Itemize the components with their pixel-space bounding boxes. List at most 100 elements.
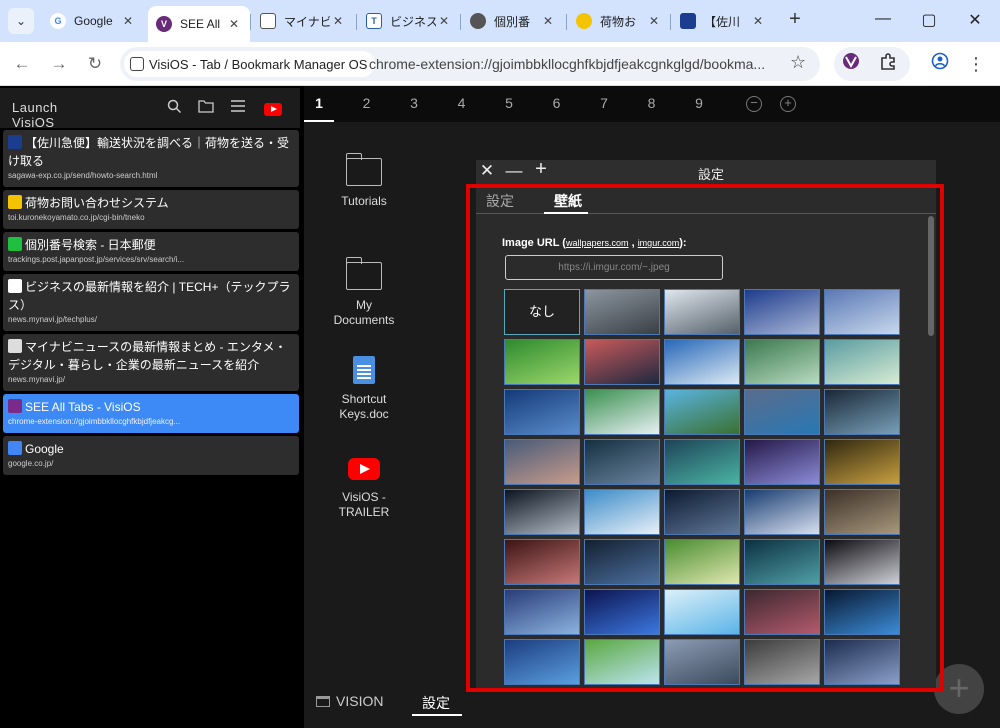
back-button[interactable]: ← (10, 52, 34, 76)
close-tab-icon[interactable]: ✕ (750, 14, 766, 28)
tab-list: 【佐川急便】輸送状況を調べる｜荷物を送る・受け取る sagawa-exp.co.j… (3, 130, 299, 478)
tab-list-item[interactable]: 【佐川急便】輸送状況を調べる｜荷物を送る・受け取る sagawa-exp.co.j… (3, 130, 299, 187)
browser-tab[interactable]: 荷物お ✕ (568, 6, 670, 36)
close-tab-icon[interactable]: ✕ (436, 14, 452, 28)
dialog-title: 設定 (697, 167, 724, 182)
tab-list-item-title: マイナビニュースの最新情報まとめ - エンタメ・デジタル・暮らし・企業の最新ニュ… (8, 338, 293, 374)
tab-list-item-title: ビジネスの最新情報を紹介 | TECH+（テックプラス） (8, 278, 293, 314)
techplus-icon: T (366, 13, 382, 29)
browser-tab-title: 【佐川 (704, 14, 741, 29)
browser-tab-title: ビジネス (390, 14, 436, 29)
youtube-icon[interactable] (264, 103, 282, 116)
sidebar-header: Launch VisiOS (0, 88, 300, 134)
omnibox[interactable]: VisiOS - Tab / Bookmark Manager OS chrom… (120, 47, 820, 81)
extensions-group (834, 47, 910, 81)
minimize-button[interactable]: — (868, 10, 898, 28)
tab-title-text: ビジネスの最新情報を紹介 | TECH+（テックプラス） (8, 280, 291, 312)
search-icon[interactable] (164, 99, 184, 119)
close-tab-icon[interactable]: ✕ (226, 17, 242, 31)
forward-button[interactable]: → (47, 52, 71, 76)
workspace-tab[interactable]: 8 (637, 95, 667, 111)
tab-list-item-title: SEE All Tabs - VisiOS (8, 398, 293, 416)
zoom-out-icon[interactable]: − (746, 96, 762, 112)
workspace-tab[interactable]: 2 (352, 95, 382, 111)
folder-icon[interactable] (196, 99, 216, 119)
tab-list-item[interactable]: マイナビニュースの最新情報まとめ - エンタメ・デジタル・暮らし・企業の最新ニュ… (3, 334, 299, 391)
desktop-icon-label: My Documents (333, 298, 395, 327)
browser-tab[interactable]: T ビジネス ✕ (358, 6, 460, 36)
tab-list-item[interactable]: 個別番号検索 - 日本郵便 trackings.post.japanpost.jp… (3, 232, 299, 271)
visios-extension-icon[interactable] (839, 52, 863, 76)
extension-chip[interactable]: VisiOS - Tab / Bookmark Manager OS (124, 51, 376, 77)
globe-icon (470, 13, 486, 29)
browser-toolbar: ← → ↻ VisiOS - Tab / Bookmark Manager OS… (0, 42, 1000, 86)
favicon-icon (8, 399, 22, 413)
workspace-tab[interactable]: 5 (494, 95, 524, 111)
vision-button[interactable]: VISION (316, 693, 383, 709)
vision-window-icon (316, 696, 330, 707)
extensions-puzzle-icon[interactable] (876, 52, 900, 76)
workspace-tab[interactable]: 6 (542, 95, 572, 111)
tab-list-item-url: chrome-extension://gjoimbbkllocghfkbjdfj… (8, 417, 181, 426)
visios-icon: V (156, 16, 172, 32)
close-window-button[interactable]: ✕ (960, 10, 990, 30)
close-tab-icon[interactable]: ✕ (330, 14, 346, 28)
workspace-tab[interactable]: 1 (304, 95, 334, 111)
workspace-tabs: − + 1 2 3 4 5 6 7 8 9 (304, 86, 1000, 122)
launch-visios-link[interactable]: Launch VisiOS (12, 100, 96, 134)
settings-button[interactable]: 設定 (422, 693, 450, 713)
tab-list-item[interactable]: Google google.co.jp/ (3, 436, 299, 475)
menu-icon[interactable] (228, 99, 248, 119)
vision-label: VISION (336, 693, 384, 709)
desktop-icon-label: Tutorials (341, 194, 387, 208)
tab-title-text: 荷物お問い合わせシステム (25, 196, 169, 210)
browser-tab[interactable]: 【佐川 ✕ (672, 6, 774, 36)
tab-list-item[interactable]: SEE All Tabs - VisiOS chrome-extension://… (3, 394, 299, 433)
tab-list-item-url: sagawa-exp.co.jp/send/howto-search.html (8, 171, 158, 180)
tab-list-item-title: 【佐川急便】輸送状況を調べる｜荷物を送る・受け取る (8, 134, 293, 170)
tab-separator (566, 14, 567, 30)
tab-search-button[interactable]: ⌄ (8, 8, 34, 34)
desktop-icon-shortcut-keys[interactable]: Shortcut Keys.doc (324, 356, 404, 422)
browser-tab[interactable]: G Google ✕ (42, 6, 144, 36)
browser-tab[interactable]: マイナビ ✕ (252, 6, 354, 36)
bookmark-star-icon[interactable]: ☆ (790, 52, 806, 73)
browser-tab[interactable]: V SEE All ✕ (148, 6, 250, 42)
mynavi-icon (260, 13, 276, 29)
youtube-icon (348, 458, 380, 480)
workspace-tab[interactable]: 3 (399, 95, 429, 111)
highlight-box (466, 184, 944, 692)
tab-title-text: マイナビニュースの最新情報まとめ - エンタメ・デジタル・暮らし・企業の最新ニュ… (8, 340, 287, 372)
new-tab-button[interactable]: + (784, 9, 806, 31)
sagawa-icon (680, 13, 696, 29)
desktop-icon-label: Shortcut Keys.doc (339, 392, 389, 421)
yamato-icon (576, 13, 592, 29)
reload-button[interactable]: ↻ (83, 52, 107, 76)
close-tab-icon[interactable]: ✕ (646, 14, 662, 28)
tab-list-item-title: 個別番号検索 - 日本郵便 (8, 236, 293, 254)
desktop-icon-trailer[interactable]: VisiOS - TRAILER (324, 458, 404, 520)
browser-menu-icon[interactable]: ⋮ (964, 52, 988, 76)
tab-list-item-url: news.mynavi.jp/ (8, 375, 65, 384)
desktop-icon-my-documents[interactable]: My Documents (324, 257, 404, 328)
close-tab-icon[interactable]: ✕ (120, 14, 136, 28)
browser-tab[interactable]: 個別番 ✕ (462, 6, 564, 36)
workspace-tab[interactable]: 4 (447, 95, 477, 111)
active-workspace-indicator (304, 120, 334, 122)
address-url[interactable]: chrome-extension://gjoimbbkllocghfkbjdfj… (369, 56, 789, 72)
zoom-in-icon[interactable]: + (780, 96, 796, 112)
favicon-icon (8, 279, 22, 293)
tab-list-item[interactable]: 荷物お問い合わせシステム toi.kuronekoyamato.co.jp/cgi… (3, 190, 299, 229)
favicon-icon (8, 237, 22, 251)
tab-title-text: SEE All Tabs - VisiOS (25, 400, 141, 414)
tab-title-text: 【佐川急便】輸送状況を調べる｜荷物を送る・受け取る (8, 136, 290, 168)
dialog-header: ✕ — + 設定 (476, 158, 936, 184)
close-tab-icon[interactable]: ✕ (540, 14, 556, 28)
maximize-button[interactable]: ▢ (914, 10, 944, 30)
desktop-icon-tutorials[interactable]: Tutorials (324, 153, 404, 209)
tab-list-item[interactable]: ビジネスの最新情報を紹介 | TECH+（テックプラス） news.mynavi.… (3, 274, 299, 331)
workspace-tab[interactable]: 7 (589, 95, 619, 111)
profile-icon[interactable] (928, 52, 952, 76)
workspace-tab[interactable]: 9 (684, 95, 714, 111)
google-icon: G (50, 13, 66, 29)
